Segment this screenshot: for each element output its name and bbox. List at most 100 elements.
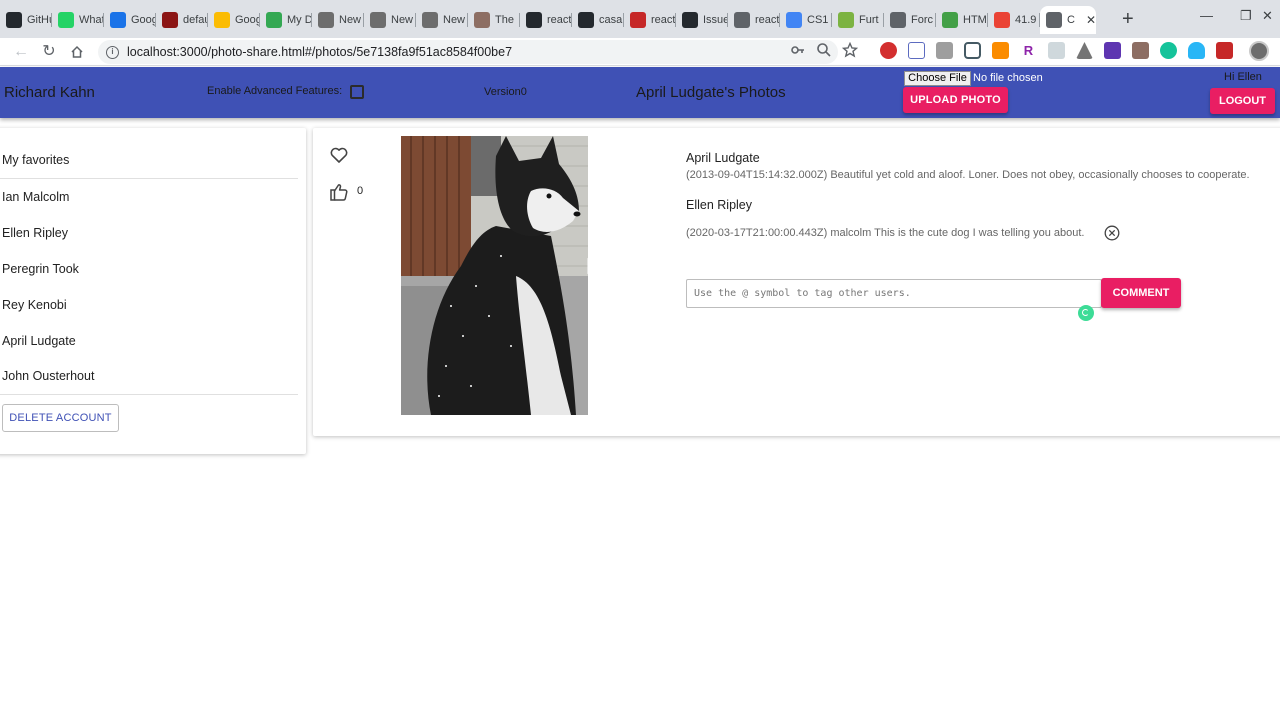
advanced-features-checkbox[interactable] bbox=[350, 85, 364, 99]
home-icon[interactable] bbox=[66, 41, 88, 63]
browser-tab[interactable]: default bbox=[156, 6, 208, 34]
delete-account-button[interactable]: DELETE ACCOUNT bbox=[2, 404, 119, 432]
browser-tab[interactable]: Forc bbox=[884, 6, 936, 34]
key-icon[interactable] bbox=[790, 42, 806, 58]
site-info-icon[interactable]: i bbox=[106, 45, 119, 59]
like-thumb-icon[interactable] bbox=[330, 183, 348, 201]
choose-file-button[interactable]: Choose File bbox=[904, 71, 971, 86]
tab-title: Forc bbox=[911, 14, 933, 26]
extension-icon[interactable] bbox=[1216, 42, 1233, 59]
comment-author[interactable]: April Ludgate bbox=[686, 151, 760, 165]
page-title: April Ludgate's Photos bbox=[636, 84, 786, 101]
tab-title: Issues bbox=[703, 14, 727, 26]
grammarly-indicator-icon[interactable] bbox=[1078, 305, 1094, 321]
browser-tab[interactable]: The bbox=[468, 6, 520, 34]
url-text[interactable]: localhost:3000/photo-share.html#/photos/… bbox=[127, 45, 512, 59]
current-user-name: Richard Kahn bbox=[4, 84, 95, 101]
tab-title: C bbox=[1067, 14, 1075, 26]
logout-button[interactable]: LOGOUT bbox=[1210, 88, 1275, 114]
sidebar-item-user[interactable]: John Ousterhout bbox=[2, 369, 94, 383]
version-label: Version0 bbox=[484, 86, 527, 98]
like-count: 0 bbox=[357, 185, 364, 197]
extension-icon[interactable] bbox=[1048, 42, 1065, 59]
browser-tab[interactable]: Google Keep bbox=[208, 6, 260, 34]
pdf-icon[interactable] bbox=[1132, 42, 1149, 59]
sidebar-item-user[interactable]: Ellen Ripley bbox=[2, 226, 68, 240]
favorite-heart-icon[interactable] bbox=[330, 147, 348, 163]
close-tab-icon[interactable]: ✕ bbox=[1086, 13, 1096, 27]
browser-tab[interactable]: My Drive bbox=[260, 6, 312, 34]
minimize-icon[interactable]: — bbox=[1200, 8, 1213, 23]
tab-title: GitHub bbox=[27, 14, 51, 26]
tab-title: CS1 bbox=[807, 14, 829, 26]
browser-tab[interactable]: react bbox=[520, 6, 572, 34]
docs-icon bbox=[786, 12, 802, 28]
maps-icon bbox=[994, 12, 1010, 28]
sidebar-item-user[interactable]: April Ludgate bbox=[2, 334, 76, 348]
extension-icon[interactable] bbox=[908, 42, 925, 59]
github-icon bbox=[682, 12, 698, 28]
browser-tab[interactable]: GitHub bbox=[0, 6, 52, 34]
books-icon bbox=[474, 12, 490, 28]
browser-tab[interactable]: New bbox=[364, 6, 416, 34]
grammarly-icon[interactable] bbox=[1160, 42, 1177, 59]
library-icon bbox=[370, 12, 386, 28]
tab-title: 41.9 bbox=[1015, 14, 1037, 26]
comment-button[interactable]: COMMENT bbox=[1101, 278, 1181, 308]
github-icon bbox=[6, 12, 22, 28]
browser-tab[interactable]: Furt bbox=[832, 6, 884, 34]
github-icon bbox=[578, 12, 594, 28]
back-icon[interactable]: ← bbox=[10, 41, 32, 63]
sidebar-item-user[interactable]: Peregrin Took bbox=[2, 262, 79, 276]
bookmark-star-icon[interactable] bbox=[842, 42, 858, 58]
browser-tab[interactable]: C ✕ bbox=[1040, 6, 1096, 34]
browser-tab[interactable]: New bbox=[416, 6, 468, 34]
restore-icon[interactable]: ❐ bbox=[1240, 8, 1252, 24]
delete-comment-icon[interactable] bbox=[1104, 225, 1120, 241]
new-tab-button[interactable]: + bbox=[1122, 9, 1134, 29]
html-icon bbox=[942, 12, 958, 28]
cloud-icon[interactable] bbox=[1188, 42, 1205, 59]
reload-icon[interactable]: ↻ bbox=[38, 41, 60, 63]
extension-icon[interactable] bbox=[1104, 42, 1121, 59]
browser-tab[interactable]: Google Calendar bbox=[104, 6, 156, 34]
extension-icon[interactable] bbox=[936, 42, 953, 59]
browser-tab[interactable]: Issues bbox=[676, 6, 728, 34]
close-window-icon[interactable]: ✕ bbox=[1262, 8, 1273, 24]
r-extension-icon[interactable]: R bbox=[1020, 42, 1037, 59]
zoom-icon[interactable] bbox=[816, 42, 832, 58]
comment-author[interactable]: Ellen Ripley bbox=[686, 198, 752, 212]
advanced-features-label: Enable Advanced Features: bbox=[207, 85, 343, 97]
greeting: Hi Ellen bbox=[1224, 71, 1262, 83]
sidebar-item-user[interactable]: Rey Kenobi bbox=[2, 298, 67, 312]
tab-title: New bbox=[339, 14, 362, 26]
browser-tab[interactable]: react bbox=[624, 6, 676, 34]
r-icon bbox=[838, 12, 854, 28]
adblock-icon[interactable] bbox=[880, 42, 897, 59]
tab-list: GitHub WhatsApp Google Calendar default Goog… bbox=[0, 6, 1096, 34]
comment-input[interactable] bbox=[686, 279, 1102, 308]
browser-tab[interactable]: casa bbox=[572, 6, 624, 34]
drive-ext-icon[interactable] bbox=[1076, 42, 1093, 59]
comment-text: (2013-09-04T15:14:32.000Z) Beautiful yet… bbox=[686, 169, 1250, 181]
address-bar[interactable]: i localhost:3000/photo-share.html#/photo… bbox=[98, 40, 838, 64]
profile-avatar[interactable] bbox=[1249, 41, 1269, 61]
tab-title: New bbox=[391, 14, 414, 26]
browser-tab[interactable]: WhatsApp bbox=[52, 6, 104, 34]
app-bar: Richard Kahn Enable Advanced Features: V… bbox=[0, 67, 1280, 118]
sidebar-item-user[interactable]: Ian Malcolm bbox=[2, 190, 69, 204]
rss-icon[interactable] bbox=[992, 42, 1009, 59]
pocket-icon[interactable] bbox=[964, 42, 981, 59]
library-icon bbox=[318, 12, 334, 28]
tab-title: HTM bbox=[963, 14, 987, 26]
tab-title: The bbox=[495, 14, 514, 26]
browser-tab[interactable]: New bbox=[312, 6, 364, 34]
extensions-bar: R bbox=[880, 42, 1233, 59]
browser-tab[interactable]: CS1 bbox=[780, 6, 832, 34]
browser-tab[interactable]: HTM bbox=[936, 6, 988, 34]
upload-photo-button[interactable]: UPLOAD PHOTO bbox=[903, 87, 1008, 113]
browser-tab[interactable]: 41.9 bbox=[988, 6, 1040, 34]
sidebar-item-favorites[interactable]: My favorites bbox=[2, 153, 69, 167]
browser-tab[interactable]: react bbox=[728, 6, 780, 34]
tab-title: My Drive bbox=[287, 14, 311, 26]
